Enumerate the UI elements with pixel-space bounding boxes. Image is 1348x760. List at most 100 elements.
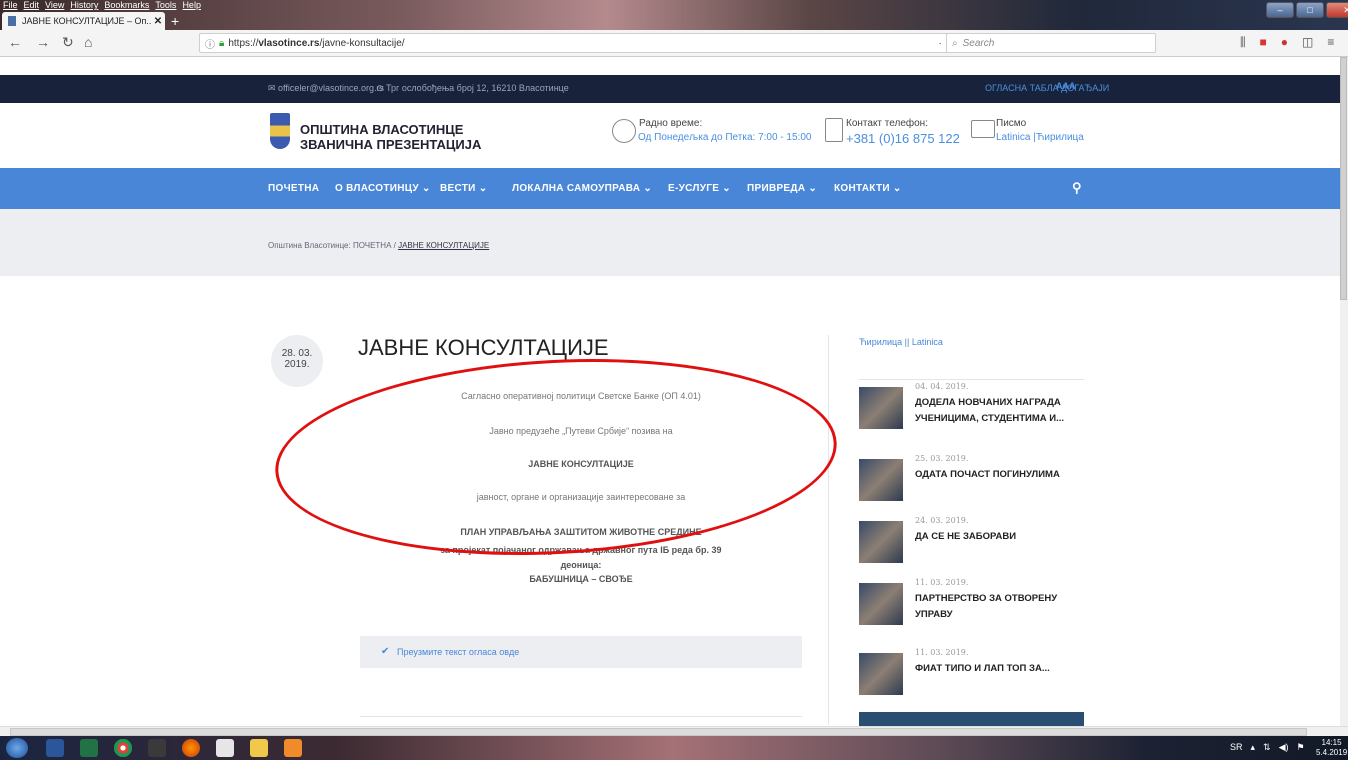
flag-icon[interactable]: ⚑ xyxy=(1297,742,1305,753)
url-path: /javne-konsultacije/ xyxy=(319,37,405,49)
app-icon[interactable] xyxy=(284,739,302,757)
menu-tools[interactable]: Tools xyxy=(155,0,176,10)
menu-help[interactable]: Help xyxy=(182,0,201,10)
nav-e-services[interactable]: Е-УСЛУГЕ ⌄ xyxy=(668,183,731,194)
top-links[interactable]: ОГЛАСНА ТАБЛА ДОГАЂАЈИ xyxy=(985,83,1109,93)
news-title[interactable]: ФИАТ ТИПО И ЛАП ТОП ЗА... xyxy=(915,661,1090,677)
article-date-badge: 28. 03. 2019. xyxy=(271,335,323,387)
news-title[interactable]: ДА СЕ НЕ ЗАБОРАВИ xyxy=(915,529,1090,545)
breadcrumb: Општина Власотинце: ПОЧЕТНА / ЈАВНЕ КОНС… xyxy=(268,241,489,250)
main-navigation: ПОЧЕТНА О ВЛАСОТИНЦУ ⌄ ВЕСТИ ⌄ ЛОКАЛНА С… xyxy=(0,168,1348,209)
taskbar-clock[interactable]: 14:15 5.4.2019 xyxy=(1316,738,1347,758)
tab-close-icon[interactable]: ✕ xyxy=(151,16,165,27)
news-title[interactable]: ОДАТА ПОЧАСТ ПОГИНУЛИМА xyxy=(915,467,1090,483)
nav-search-icon[interactable]: ⚲ xyxy=(1072,180,1082,196)
breadcrumb-current[interactable]: ЈАВНЕ КОНСУЛТАЦИЈЕ xyxy=(398,241,489,250)
hours-label: Радно време: xyxy=(639,118,703,129)
browser-menu-bar: File Edit View History Bookmarks Tools H… xyxy=(0,0,201,10)
reload-icon[interactable]: ↻ xyxy=(62,34,74,51)
info-icon[interactable]: ⓘ xyxy=(205,36,215,51)
phone-icon xyxy=(825,118,843,142)
app-icon[interactable] xyxy=(148,739,166,757)
news-thumbnail[interactable] xyxy=(859,653,903,695)
sidebar-icon[interactable]: ◫ xyxy=(1302,35,1313,50)
home-icon[interactable]: ⌂ xyxy=(84,34,92,50)
url-prefix: https:// xyxy=(228,37,259,49)
clock-icon xyxy=(612,119,636,143)
media-icon[interactable] xyxy=(216,739,234,757)
news-thumbnail[interactable] xyxy=(859,521,903,563)
sidebar-script-toggle[interactable]: Ћирилица || Latinica xyxy=(859,337,943,347)
breadcrumb-band: Општина Власотинце: ПОЧЕТНА / ЈАВНЕ КОНС… xyxy=(0,209,1340,276)
network-icon[interactable]: ⇅ xyxy=(1263,742,1271,753)
library-icon[interactable]: ⫼ xyxy=(1240,35,1246,50)
phone-label: Контакт телефон: xyxy=(846,118,928,129)
firefox-icon[interactable] xyxy=(182,739,200,757)
download-label[interactable]: Преузмите текст огласа овде xyxy=(397,647,519,657)
article-line: БАБУШНИЦА – СВОЂЕ xyxy=(529,574,633,584)
chrome-icon[interactable] xyxy=(114,739,132,757)
forward-arrow-icon[interactable]: → xyxy=(36,34,50,50)
phone-number[interactable]: +381 (0)16 875 122 xyxy=(846,131,960,146)
nav-news[interactable]: ВЕСТИ ⌄ xyxy=(440,183,487,194)
excel-icon[interactable] xyxy=(80,739,98,757)
menu-edit[interactable]: Edit xyxy=(24,0,40,10)
file-explorer-icon[interactable] xyxy=(250,739,268,757)
news-thumbnail[interactable] xyxy=(859,459,903,501)
hamburger-menu-icon[interactable]: ≡ xyxy=(1327,35,1334,50)
nav-about[interactable]: О ВЛАСОТИНЦУ ⌄ xyxy=(335,183,431,194)
tray-arrow-icon[interactable]: ▴ xyxy=(1251,742,1256,753)
nav-local-government[interactable]: ЛОКАЛНА САМОУПРАВА ⌄ xyxy=(512,183,652,194)
search-bar[interactable]: ⌕ Search xyxy=(946,33,1156,53)
windows-taskbar: SR ▴ ⇅ ◀) ⚑ 14:15 5.4.2019 xyxy=(0,736,1348,760)
hours-value: Од Понедељка до Петка: 7:00 - 15:00 xyxy=(638,132,812,143)
news-thumbnail[interactable] xyxy=(859,583,903,625)
nav-home[interactable]: ПОЧЕТНА xyxy=(268,183,319,194)
font-size-toggle[interactable]: AAA xyxy=(1056,81,1076,91)
minimize-button[interactable]: – xyxy=(1266,2,1294,18)
language-indicator[interactable]: SR xyxy=(1230,742,1243,753)
menu-history[interactable]: History xyxy=(70,0,98,10)
divider xyxy=(859,379,1084,380)
news-title[interactable]: ПАРТНЕРСТВО ЗА ОТВОРЕНУ УПРАВУ xyxy=(915,591,1090,623)
download-notice-link[interactable]: ✔ Преузмите текст огласа овде xyxy=(360,636,802,668)
volume-icon[interactable]: ◀) xyxy=(1279,742,1289,753)
article-title: ЈАВНЕ КОНСУЛТАЦИЈЕ xyxy=(358,335,609,360)
scroll-thumb[interactable] xyxy=(10,728,1307,736)
nav-economy[interactable]: ПРИВРЕДА ⌄ xyxy=(747,183,817,194)
breadcrumb-prefix[interactable]: Општина Власотинце: ПОЧЕТНА / xyxy=(268,241,398,250)
system-tray: SR ▴ ⇅ ◀) ⚑ xyxy=(1230,742,1305,753)
news-thumbnail[interactable] xyxy=(859,387,903,429)
menu-file[interactable]: File xyxy=(3,0,18,10)
url-bar[interactable]: ⓘ 🔒︎ https:// vlasotince.rs /javne-konsu… xyxy=(199,33,1007,53)
divider xyxy=(360,716,802,717)
site-favicon-icon xyxy=(8,16,16,26)
script-switcher[interactable]: Latinica |Ћирилица xyxy=(996,132,1084,143)
email-link[interactable]: ✉ officeler@vlasotince.org.rs xyxy=(268,83,384,94)
toolbar-right-icons: ⫼ ■ ● ◫ ≡ xyxy=(1240,35,1334,50)
book-icon xyxy=(971,120,995,138)
scroll-thumb[interactable] xyxy=(1340,57,1347,300)
back-arrow-icon[interactable]: ← xyxy=(8,34,22,50)
coat-of-arms-logo[interactable] xyxy=(270,113,290,149)
browser-tab[interactable]: ЈАВНЕ КОНСУЛТАЦИЈЕ – Оп... ✕ xyxy=(2,12,165,30)
window-close-button[interactable]: ✕ xyxy=(1326,2,1348,18)
sidebar-banner[interactable] xyxy=(859,712,1084,726)
start-button[interactable] xyxy=(6,738,28,758)
word-icon[interactable] xyxy=(46,739,64,757)
news-title[interactable]: ДОДЕЛА НОВЧАНИХ НАГРАДА УЧЕНИЦИМА, СТУДЕ… xyxy=(915,395,1090,427)
script-label: Писмо xyxy=(996,118,1027,129)
browser-title-bar xyxy=(0,0,1348,30)
menu-bookmarks[interactable]: Bookmarks xyxy=(104,0,149,10)
extension-icon[interactable]: ● xyxy=(1281,35,1288,50)
clock-date: 5.4.2019 xyxy=(1316,748,1348,757)
maximize-button[interactable]: □ xyxy=(1296,2,1324,18)
site-logo-text[interactable]: ОПШТИНА ВЛАСОТИНЦЕ ЗВАНИЧНА ПРЕЗЕНТАЦИЈА xyxy=(300,122,481,152)
site-top-bar: ✉ officeler@vlasotince.org.rs ⊙ Трг осло… xyxy=(0,75,1348,103)
new-tab-button[interactable]: + xyxy=(171,14,179,28)
lock-icon: 🔒︎ xyxy=(219,37,225,49)
nav-contacts[interactable]: КОНТАКТИ ⌄ xyxy=(834,183,902,194)
menu-view[interactable]: View xyxy=(45,0,64,10)
vertical-scrollbar[interactable] xyxy=(1340,57,1348,726)
pocket-icon[interactable]: ■ xyxy=(1260,35,1267,50)
